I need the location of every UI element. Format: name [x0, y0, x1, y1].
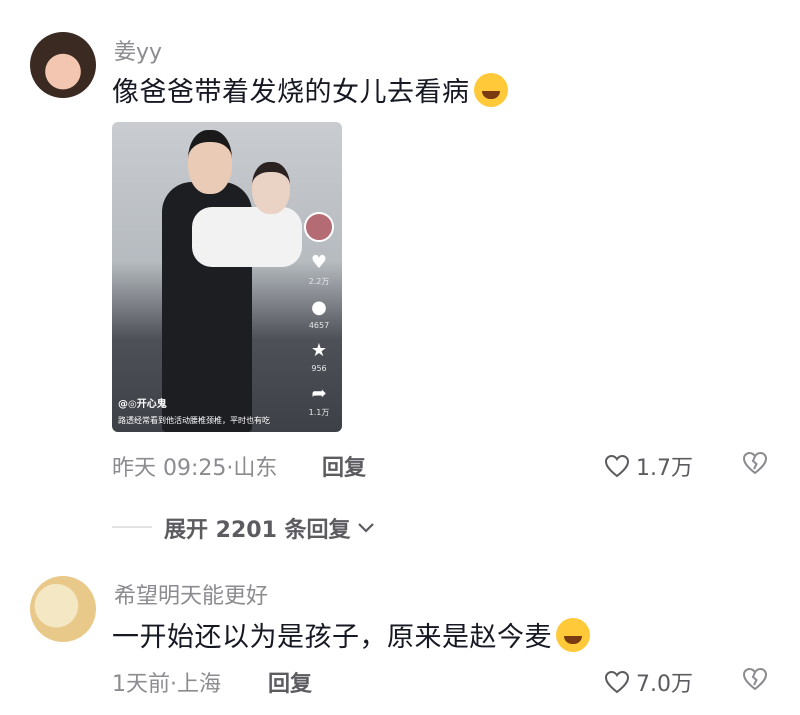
heart-outline-icon: [604, 454, 630, 478]
comment-location: 山东: [233, 456, 278, 481]
comment-meta: 昨天 09:25·山东: [112, 450, 277, 482]
meta-separator: ·: [170, 672, 177, 697]
expand-divider: [112, 526, 152, 528]
laughing-emoji-icon: [556, 618, 590, 652]
comment-text-content: 一开始还以为是孩子，原来是赵今麦: [112, 622, 552, 653]
comment-location: 上海: [177, 672, 222, 697]
comment-time: 1天前: [112, 672, 170, 697]
video-girl: [192, 207, 302, 267]
comment-username[interactable]: 希望明天能更好: [114, 578, 268, 610]
video-comment-count: 4657: [308, 321, 330, 330]
video-caption: 路透经常看到他活动腰椎颈椎，平时也有吃: [118, 416, 270, 425]
video-side-actions: ♥ 2.2万 ● 4657 ★ 956 ➦ 1.1万: [304, 212, 334, 418]
expand-replies-label: 展开 2201 条回复: [164, 518, 351, 543]
comment-text: 像爸爸带着发烧的女儿去看病: [112, 70, 508, 109]
user-avatar[interactable]: [30, 576, 96, 642]
laughing-emoji-icon: [473, 73, 508, 107]
comment-bubble-icon: ●: [311, 297, 327, 318]
dislike-button[interactable]: [742, 667, 768, 691]
heart-icon: ♥: [310, 252, 328, 273]
broken-heart-icon: [742, 667, 768, 691]
reply-button[interactable]: 回复: [322, 450, 366, 482]
like-button[interactable]: 7.0万: [604, 666, 693, 698]
comment-username[interactable]: 姜yy: [114, 34, 162, 66]
video-like-count: 2.2万: [308, 277, 330, 286]
dislike-button[interactable]: [742, 451, 768, 475]
heart-outline-icon: [604, 670, 630, 694]
video-author: @◎开心鬼: [118, 399, 167, 410]
comment-text-content: 像爸爸带着发烧的女儿去看病: [112, 77, 470, 108]
reply-button[interactable]: 回复: [268, 666, 312, 698]
share-icon: ➦: [311, 383, 327, 404]
video-share-count: 1.1万: [308, 408, 330, 417]
user-avatar[interactable]: [30, 32, 96, 98]
star-icon: ★: [310, 340, 328, 361]
like-button[interactable]: 1.7万: [604, 450, 693, 482]
like-count: 7.0万: [636, 672, 693, 697]
expand-replies-button[interactable]: 展开 2201 条回复: [164, 512, 375, 544]
video-favorite-count: 956: [311, 364, 327, 373]
comment-time: 昨天 09:25: [112, 456, 227, 481]
comment-text: 一开始还以为是孩子，原来是赵今麦: [112, 615, 590, 654]
comment-meta: 1天前·上海: [112, 666, 221, 698]
video-girl-head: [252, 162, 290, 214]
broken-heart-icon: [742, 451, 768, 475]
video-person-head: [188, 130, 232, 194]
chevron-down-icon: [357, 523, 374, 533]
video-author-avatar: [304, 212, 334, 242]
like-count: 1.7万: [636, 456, 693, 481]
video-thumbnail[interactable]: ♥ 2.2万 ● 4657 ★ 956 ➦ 1.1万 @◎开心鬼 路透经常看到他…: [112, 122, 342, 432]
